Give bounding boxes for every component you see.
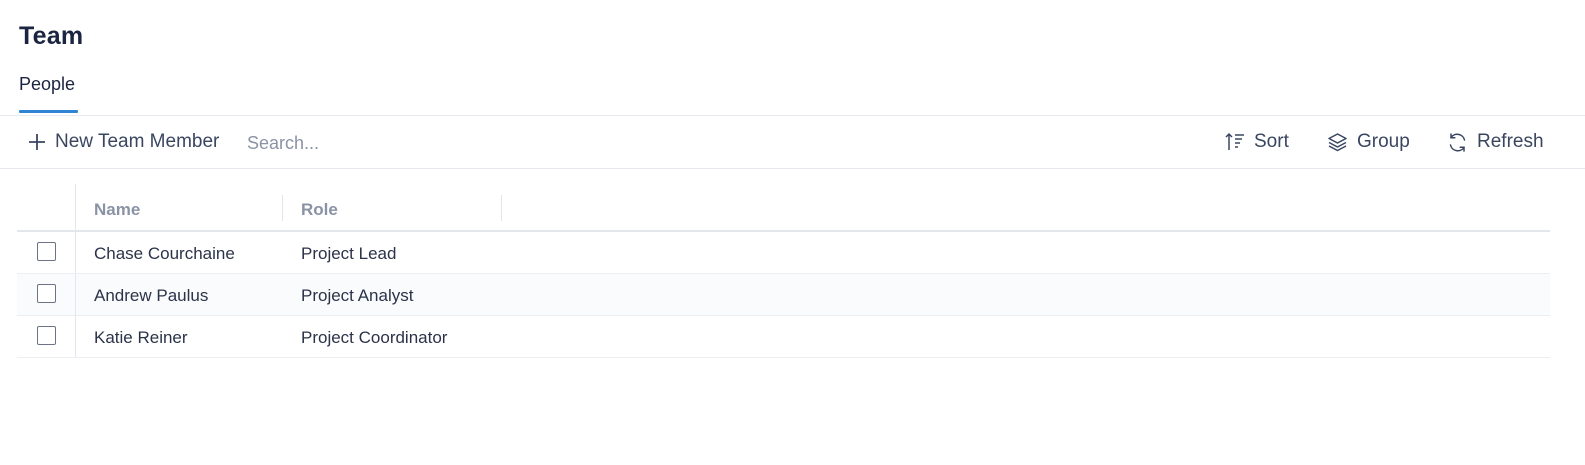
column-divider xyxy=(75,316,76,357)
cell-name: Chase Courchaine xyxy=(94,244,235,263)
active-tab-indicator xyxy=(19,110,78,113)
cell-name: Katie Reiner xyxy=(94,328,188,347)
plus-icon xyxy=(28,133,46,151)
column-divider xyxy=(75,232,76,273)
refresh-label: Refresh xyxy=(1477,131,1544,152)
sort-ascending-icon xyxy=(1225,132,1245,152)
column-divider xyxy=(75,274,76,315)
sort-button[interactable]: Sort xyxy=(1225,116,1289,168)
group-label: Group xyxy=(1357,131,1410,152)
row-checkbox[interactable] xyxy=(37,326,56,345)
table-row[interactable]: Chase Courchaine Project Lead xyxy=(17,232,1550,274)
sort-label: Sort xyxy=(1254,131,1289,152)
page-title: Team xyxy=(19,22,84,50)
new-team-member-label: New Team Member xyxy=(55,131,220,152)
cell-role: Project Coordinator xyxy=(301,328,448,347)
column-header-role[interactable]: Role xyxy=(301,200,338,220)
row-checkbox[interactable] xyxy=(37,242,56,261)
toolbar: New Team Member Sort Group xyxy=(0,116,1585,169)
refresh-icon xyxy=(1447,132,1468,153)
new-team-member-button[interactable]: New Team Member xyxy=(28,116,219,168)
people-table: Name Role Chase Courchaine Project Lead … xyxy=(17,184,1550,358)
cell-role: Project Lead xyxy=(301,244,397,263)
column-resize-handle[interactable] xyxy=(501,195,502,221)
table-row[interactable]: Andrew Paulus Project Analyst xyxy=(17,274,1550,316)
tab-bar: People xyxy=(0,66,1585,116)
column-divider xyxy=(75,184,76,232)
search-input[interactable] xyxy=(247,128,607,158)
table-header: Name Role xyxy=(17,184,1550,232)
tab-people[interactable]: People xyxy=(19,74,75,107)
layers-icon xyxy=(1327,132,1348,152)
cell-name: Andrew Paulus xyxy=(94,286,209,305)
table-row[interactable]: Katie Reiner Project Coordinator xyxy=(17,316,1550,358)
row-checkbox[interactable] xyxy=(37,284,56,303)
column-resize-handle[interactable] xyxy=(282,195,283,221)
column-header-name[interactable]: Name xyxy=(94,200,140,220)
cell-role: Project Analyst xyxy=(301,286,414,305)
group-button[interactable]: Group xyxy=(1327,116,1410,168)
refresh-button[interactable]: Refresh xyxy=(1447,116,1544,168)
